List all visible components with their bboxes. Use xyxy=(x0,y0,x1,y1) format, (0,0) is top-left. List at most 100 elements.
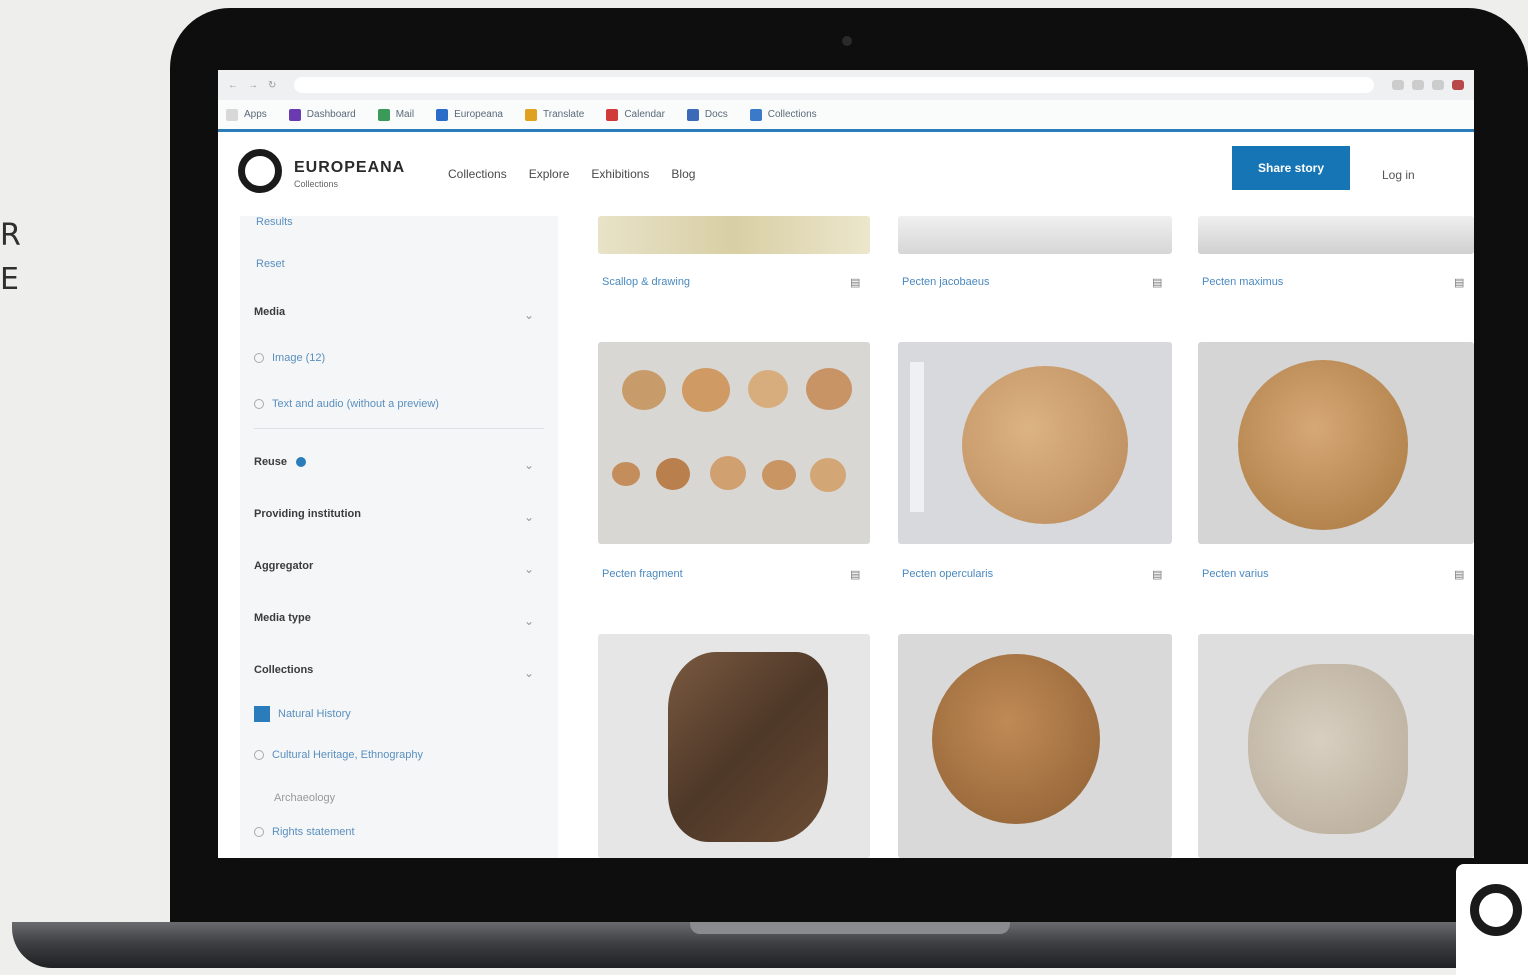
chevron-down-icon: ⌄ xyxy=(523,666,534,680)
result-title[interactable]: Pecten varius xyxy=(1202,568,1269,580)
result-image[interactable] xyxy=(898,342,1172,544)
filter-reuse-label: Reuse xyxy=(254,456,288,468)
result-image[interactable] xyxy=(898,216,1172,254)
filter-media[interactable]: Media ⌄ xyxy=(254,306,544,330)
bookmark-item[interactable]: Translate xyxy=(525,108,584,121)
extension-icon[interactable] xyxy=(1392,80,1404,90)
result-title[interactable]: Pecten opercularis xyxy=(902,568,993,580)
result-image[interactable] xyxy=(1198,216,1474,254)
divider xyxy=(254,428,544,429)
side-text-line2: E xyxy=(0,262,19,297)
logo-name[interactable]: EUROPEANA xyxy=(294,159,405,177)
corner-badge xyxy=(1456,864,1528,975)
share-icon[interactable]: ▤ xyxy=(1152,276,1166,289)
chevron-down-icon: ⌄ xyxy=(523,308,534,322)
nav-blog[interactable]: Blog xyxy=(671,167,695,181)
share-icon[interactable]: ▤ xyxy=(1454,568,1468,581)
result-image[interactable] xyxy=(598,216,870,254)
browser-toolbar: ← → ↻ xyxy=(218,70,1474,100)
side-text: R E xyxy=(0,214,21,302)
bookmark-icon xyxy=(606,108,619,121)
bookmark-icon xyxy=(525,108,537,121)
filter-aggregator[interactable]: Aggregator ⌄ xyxy=(254,560,544,584)
filter-option[interactable]: Image (12) xyxy=(254,352,554,364)
filter-media-label: Media xyxy=(254,306,286,318)
result-image[interactable] xyxy=(898,634,1172,858)
result-image[interactable] xyxy=(598,342,870,544)
laptop-notch xyxy=(690,922,1010,934)
filter-sidebar: Results Reset Media ⌄ Image (12) Text an… xyxy=(240,216,558,858)
bookmark-icon xyxy=(377,108,390,121)
reset-link[interactable]: Reset xyxy=(256,258,285,270)
bookmark-item[interactable]: Europeana xyxy=(436,108,503,121)
side-text-line1: R xyxy=(0,218,21,253)
bookmark-item[interactable]: Collections xyxy=(749,108,817,121)
result-title[interactable]: Pecten maximus xyxy=(1202,276,1283,288)
share-icon[interactable]: ▤ xyxy=(1454,276,1468,289)
result-image[interactable] xyxy=(598,634,870,858)
filter-collections-label: Collections xyxy=(254,664,314,676)
extension-icon[interactable] xyxy=(1432,80,1444,90)
filter-media-type-label: Media type xyxy=(254,612,311,624)
bookmark-item[interactable]: Docs xyxy=(686,108,728,121)
url-bar[interactable] xyxy=(294,77,1374,93)
bookmark-icon xyxy=(226,108,238,121)
filter-option-note: Archaeology xyxy=(274,792,336,804)
main-nav: Collections Explore Exhibitions Blog xyxy=(448,167,695,181)
profile-icon[interactable] xyxy=(1452,80,1464,90)
logo-icon xyxy=(1470,884,1522,936)
result-image[interactable] xyxy=(1198,634,1474,858)
nav-exhibitions[interactable]: Exhibitions xyxy=(591,167,649,181)
result-image[interactable] xyxy=(1198,342,1474,544)
result-title[interactable]: Pecten jacobaeus xyxy=(902,276,989,288)
bookmark-item[interactable]: Mail xyxy=(377,108,414,121)
filter-option-selected[interactable]: Natural History xyxy=(254,706,554,722)
filter-providing-institution[interactable]: Providing institution ⌄ xyxy=(254,508,544,532)
forward-icon[interactable]: → xyxy=(248,80,258,91)
result-title[interactable]: Pecten fragment xyxy=(602,568,683,580)
bookmarks-bar: Apps Dashboard Mail Europeana Translate … xyxy=(218,100,1474,132)
nav-collections[interactable]: Collections xyxy=(448,167,507,181)
results-grid: Scallop & drawing ▤ Pecten jacobaeus ▤ P… xyxy=(598,216,1474,858)
filter-reuse[interactable]: Reuse ⌄ xyxy=(254,456,544,480)
result-title[interactable]: Scallop & drawing xyxy=(602,276,690,288)
checkbox-checked-icon xyxy=(254,706,270,722)
results-link[interactable]: Results xyxy=(256,216,293,228)
radio-icon xyxy=(254,827,264,838)
filter-media-type[interactable]: Media type ⌄ xyxy=(254,612,544,636)
bookmark-item[interactable]: Calendar xyxy=(606,108,665,121)
filter-collections[interactable]: Collections ⌄ xyxy=(254,664,544,688)
bookmark-icon xyxy=(288,108,301,121)
share-icon[interactable]: ▤ xyxy=(1152,568,1166,581)
share-icon[interactable]: ▤ xyxy=(850,568,864,581)
screen: ← → ↻ Apps Dashboard Mail Europeana Tran… xyxy=(218,70,1474,858)
radio-icon xyxy=(254,750,264,761)
nav-explore[interactable]: Explore xyxy=(529,167,570,181)
filter-option[interactable]: Cultural Heritage, Ethnography xyxy=(254,744,554,766)
filter-option[interactable]: Text and audio (without a preview) xyxy=(254,398,554,410)
info-icon[interactable] xyxy=(296,457,307,468)
bookmark-icon xyxy=(686,108,699,121)
filter-aggregator-label: Aggregator xyxy=(254,560,314,572)
stage: R E ← → ↻ Apps Dashboard Mail Europeana … xyxy=(0,0,1528,975)
radio-icon xyxy=(254,399,264,410)
bookmark-item[interactable]: Dashboard xyxy=(288,108,356,121)
primary-button[interactable]: Share story xyxy=(1232,146,1350,190)
extension-icon[interactable] xyxy=(1412,80,1424,90)
filter-institution-label: Providing institution xyxy=(254,508,361,520)
share-icon[interactable]: ▤ xyxy=(850,276,864,289)
reload-icon[interactable]: ↻ xyxy=(268,80,276,91)
back-icon[interactable]: ← xyxy=(228,80,238,91)
chevron-down-icon: ⌄ xyxy=(523,458,534,472)
chevron-down-icon: ⌄ xyxy=(523,614,534,628)
camera-icon xyxy=(842,36,852,46)
bookmark-item[interactable]: Apps xyxy=(226,108,267,121)
radio-icon xyxy=(254,353,264,364)
logo-subtitle: Collections xyxy=(294,179,339,189)
filter-option[interactable]: Rights statement xyxy=(254,826,554,838)
bookmark-icon xyxy=(436,108,449,121)
browser-actions xyxy=(1392,80,1464,90)
chevron-down-icon: ⌄ xyxy=(523,510,534,524)
logo-icon[interactable] xyxy=(238,149,282,193)
login-link[interactable]: Log in xyxy=(1382,168,1415,182)
